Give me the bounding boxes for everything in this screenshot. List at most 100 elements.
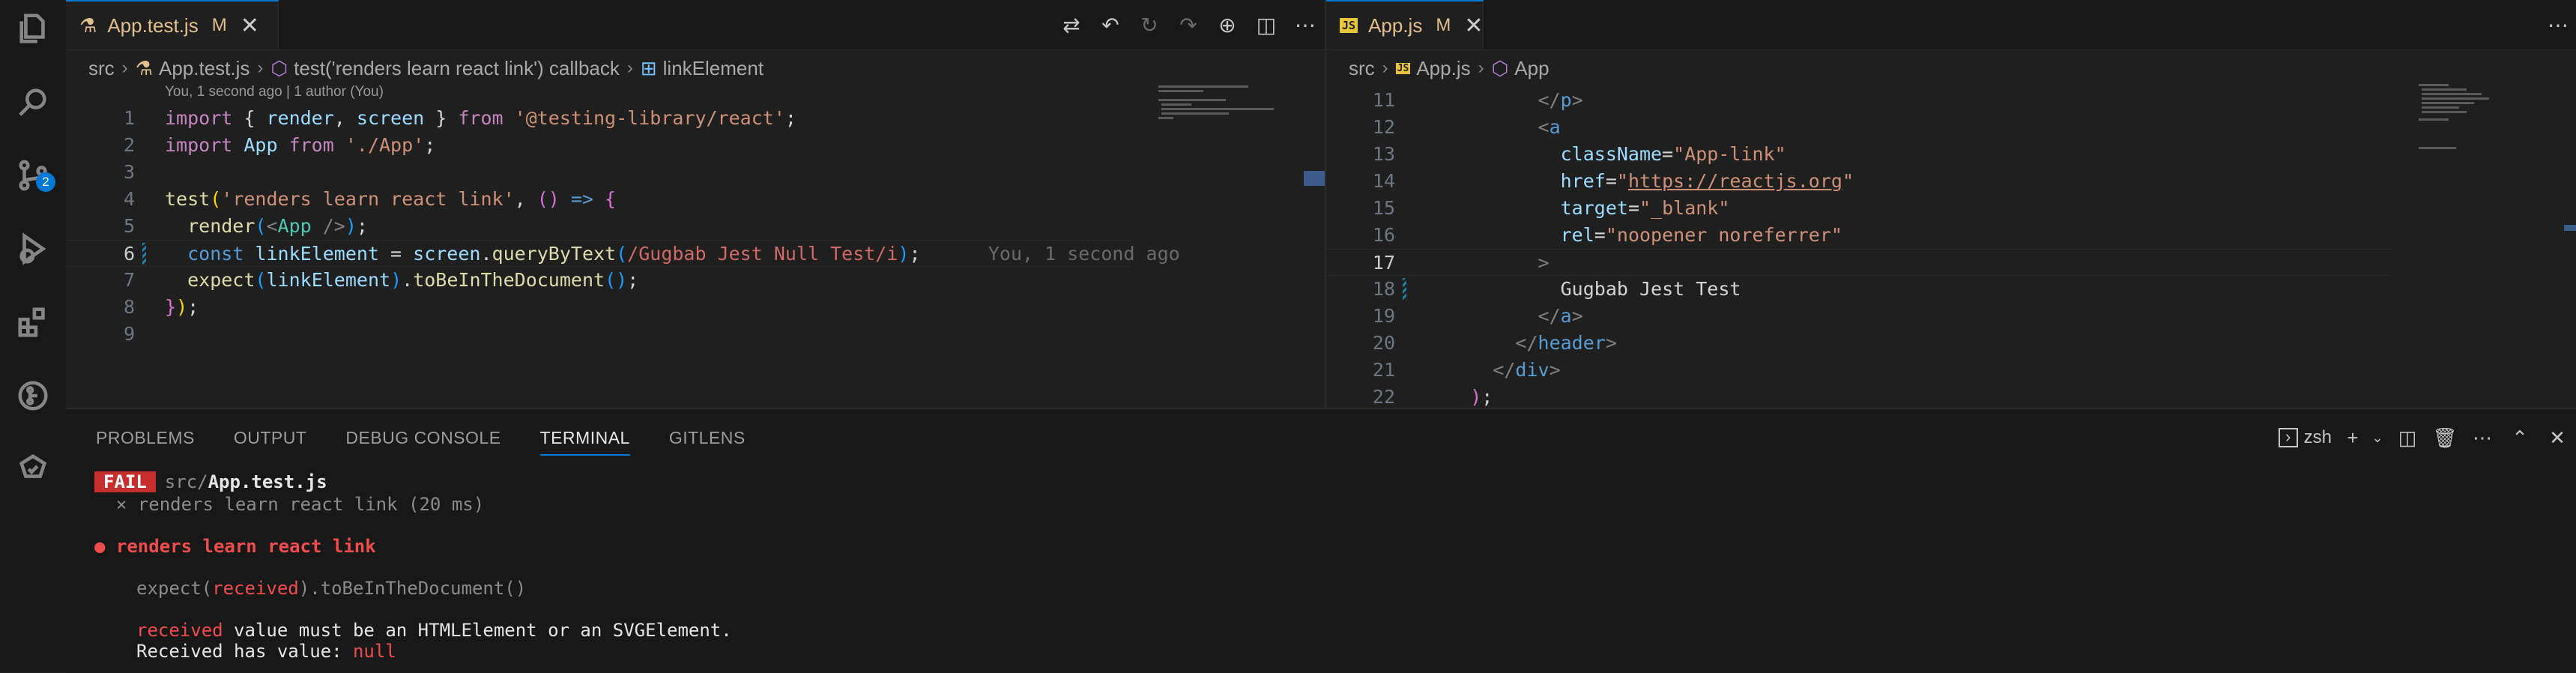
search-icon[interactable] (13, 82, 52, 121)
code-text: const linkElement = screen.queryByText(/… (165, 243, 1180, 265)
explorer-icon[interactable] (13, 9, 52, 48)
component-icon: ⬡ (1491, 56, 1509, 79)
new-terminal-icon[interactable]: + (2339, 426, 2366, 450)
overview-ruler-marker (1304, 171, 1325, 186)
code-text: href="https://reactjs.org" (1425, 170, 1854, 192)
line-number: 21 (1372, 359, 1395, 381)
minimap[interactable] (2413, 82, 2563, 405)
split-editor-icon[interactable]: ◫ (1247, 13, 1286, 37)
line-number: 14 (1372, 170, 1395, 192)
panel-actions: › zsh + ⌄ ◫ 🗑 ⋯ ⌃ ✕ (2278, 409, 2576, 466)
line-number: 15 (1372, 197, 1395, 219)
source-control-icon[interactable]: 2 (13, 156, 55, 195)
line-number: 4 (123, 188, 135, 210)
code-text: ); (1425, 386, 1493, 408)
git-change-marker[interactable] (1403, 278, 1406, 301)
codelens-blame[interactable]: You, 1 second ago | 1 author (You) (165, 84, 384, 100)
compare-changes-icon[interactable]: ⇄ (1052, 13, 1091, 37)
editor-actions: ⋯ (2539, 0, 2576, 49)
fail-path-prefix: src/ (164, 471, 208, 492)
code-text: </div> (1425, 359, 1561, 381)
current-change-icon[interactable]: ↻ (1130, 13, 1169, 37)
line-number: 22 (1372, 386, 1395, 408)
code-text: </a> (1425, 305, 1583, 327)
code-text: </header> (1425, 332, 1617, 354)
run-debug-icon[interactable] (13, 229, 52, 268)
code-line[interactable]: 17 > (1326, 249, 2390, 276)
chevron-right-icon: › (1382, 58, 1388, 78)
code-text: className="App-link" (1425, 143, 1786, 165)
modified-indicator: M (1436, 15, 1451, 35)
more-actions-icon[interactable]: ⋯ (2464, 426, 2501, 450)
breadcrumb-folder[interactable]: src (88, 57, 115, 80)
bottom-panel: PROBLEMS OUTPUT DEBUG CONSOLE TERMINAL G… (66, 408, 2576, 673)
chevron-right-icon: › (257, 58, 264, 78)
code-text: target="_blank" (1425, 197, 1730, 219)
method-icon: ⬡ (270, 56, 288, 79)
right-tab-bar: JS App.js M ✕ ⋯ (1326, 0, 2576, 50)
shell-name[interactable]: zsh (2304, 427, 2332, 448)
tab-gitlens[interactable]: GITLENS (669, 409, 746, 466)
testing-icon[interactable] (13, 450, 52, 489)
extensions-icon[interactable] (13, 303, 52, 342)
code-line[interactable]: 6 const linkElement = screen.queryByText… (66, 240, 1180, 267)
maximize-panel-icon[interactable]: ⌃ (2501, 426, 2539, 450)
tab-problems[interactable]: PROBLEMS (96, 409, 195, 466)
split-terminal-icon[interactable]: ◫ (2389, 426, 2426, 450)
close-icon[interactable]: ✕ (1464, 13, 1483, 39)
right-editor-group: JS App.js M ✕ ⋯ src › JS App.js › ⬡ App … (1325, 0, 2576, 408)
line-number: 20 (1372, 332, 1395, 354)
line-number: 5 (123, 215, 135, 237)
left-editor-group: ⚗ App.test.js M ✕ ⇄ ↶ ↻ ↷ ⊕ ◫ ⋯ src › ⚗ … (66, 0, 1325, 408)
fail-path-file: App.test.js (208, 471, 327, 492)
fail-line: FAIL src/App.test.js (94, 471, 327, 493)
tab-output[interactable]: OUTPUT (234, 409, 307, 466)
trash-icon[interactable]: 🗑 (2426, 426, 2464, 450)
tab-app-test-js[interactable]: ⚗ App.test.js M ✕ (66, 0, 279, 49)
code-text: <a (1425, 116, 1561, 138)
received-value: null (352, 641, 396, 662)
git-change-marker[interactable] (142, 243, 146, 265)
breadcrumb-symbol[interactable]: App (1514, 57, 1549, 80)
received-label: Received has value: (136, 641, 353, 662)
chevron-down-icon[interactable]: ⌄ (2366, 430, 2389, 446)
breadcrumb: src › JS App.js › ⬡ App (1349, 52, 1549, 84)
tab-app-js[interactable]: JS App.js M ✕ (1326, 0, 1484, 49)
next-change-icon[interactable]: ↷ (1169, 13, 1208, 37)
expect-line: expect(received).toBeInTheDocument() (136, 577, 526, 600)
code-text: import App from './App'; (165, 134, 436, 156)
line-number: 1 (123, 107, 135, 129)
tab-terminal[interactable]: TERMINAL (539, 409, 631, 466)
more-actions-icon[interactable]: ⋯ (1286, 13, 1325, 37)
previous-change-icon[interactable]: ↶ (1091, 13, 1130, 37)
fail-badge: FAIL (94, 471, 156, 492)
breadcrumb-symbol[interactable]: test('renders learn react link') callbac… (294, 57, 620, 80)
gitlens-icon[interactable] (13, 376, 52, 415)
js-file-icon: JS (1340, 18, 1358, 33)
breadcrumb-file[interactable]: App.js (1416, 57, 1470, 80)
more-actions-icon[interactable]: ⋯ (2539, 13, 2576, 37)
code-text: </p> (1425, 89, 1583, 111)
line-number: 11 (1372, 89, 1395, 111)
line-number: 9 (123, 323, 135, 345)
breadcrumb-file[interactable]: App.test.js (159, 57, 250, 80)
minimap[interactable] (1152, 82, 1302, 405)
line-number: 19 (1372, 305, 1395, 327)
chevron-right-icon: › (1478, 58, 1484, 78)
modified-indicator: M (211, 15, 227, 35)
variable-icon: ⊞ (640, 56, 657, 79)
expect-post: ).toBeInTheDocument() (298, 578, 527, 599)
tab-debug-console[interactable]: DEBUG CONSOLE (345, 409, 501, 466)
code-text: rel="noopener noreferrer" (1425, 224, 1842, 246)
breadcrumb-variable[interactable]: linkElement (663, 57, 764, 80)
line-number: 7 (123, 269, 135, 291)
flask-icon: ⚗ (135, 56, 153, 79)
breadcrumb-folder[interactable]: src (1349, 57, 1375, 80)
expect-received: received (212, 578, 299, 599)
close-icon[interactable]: ✕ (241, 13, 259, 39)
flask-icon: ⚗ (79, 13, 97, 37)
gitlens-inspect-icon[interactable]: ⊕ (1208, 13, 1247, 37)
close-icon[interactable]: ✕ (2539, 426, 2576, 450)
tab-label: App.js (1368, 13, 1423, 37)
expect-pre: expect( (136, 578, 213, 599)
